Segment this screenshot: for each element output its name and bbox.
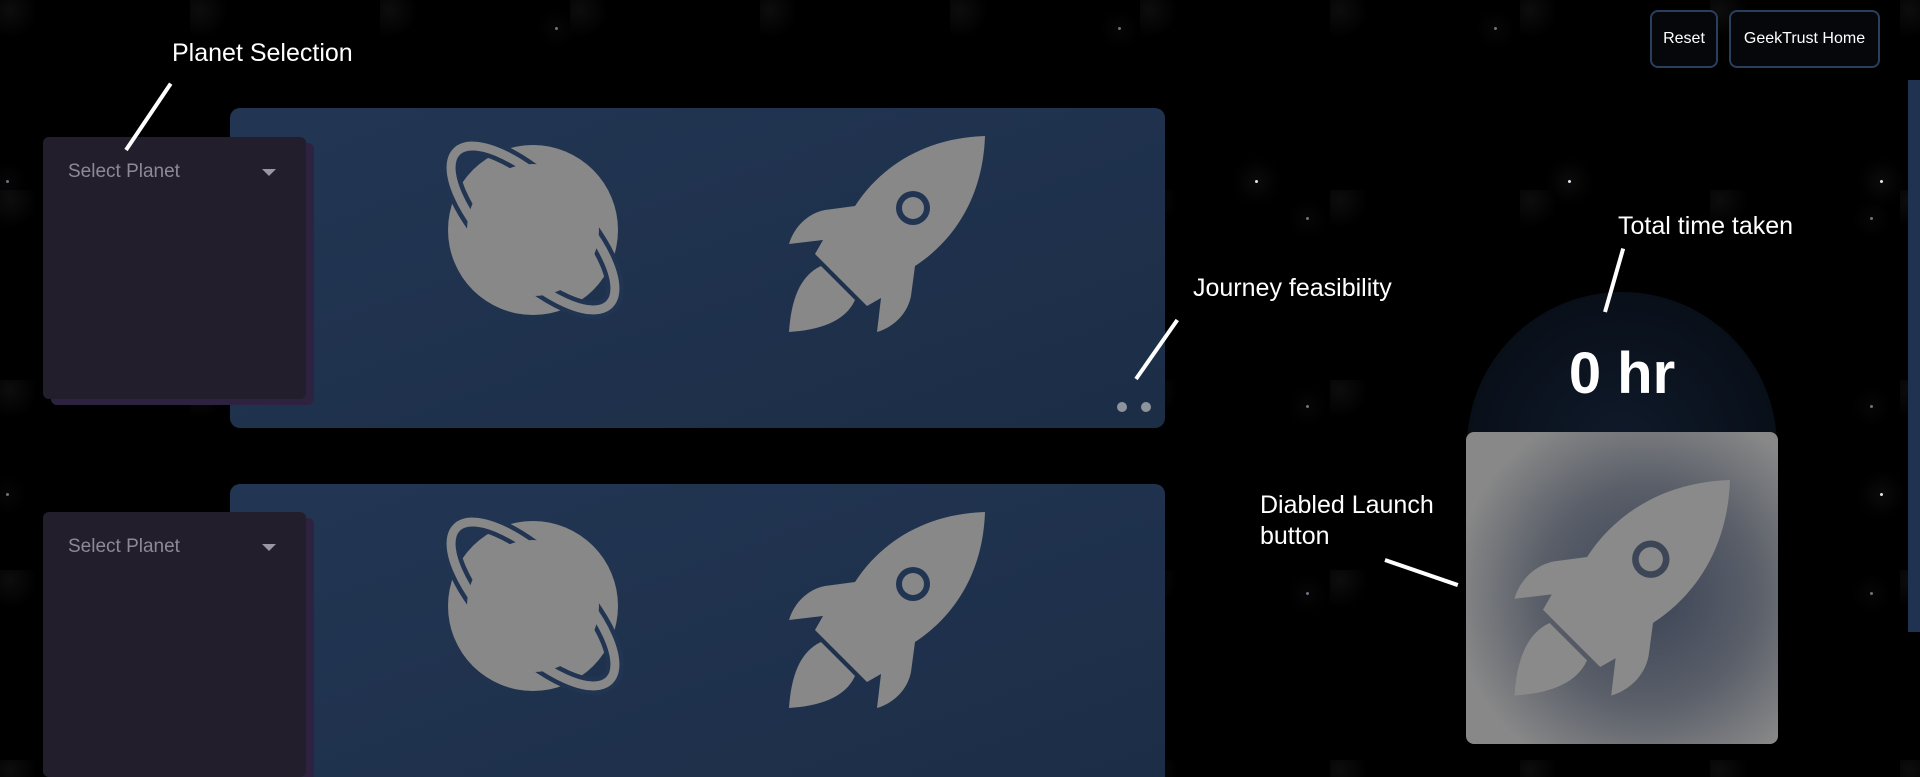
star [1306, 592, 1309, 595]
star [1870, 405, 1873, 408]
scrollbar[interactable] [1908, 80, 1920, 632]
journey-panel [230, 484, 1165, 777]
star [1870, 592, 1873, 595]
planet-card: Select Planet [43, 137, 306, 399]
feasibility-dot [1117, 402, 1127, 412]
space-background: Reset GeekTrust Home Select Planet Selec… [0, 0, 1920, 777]
annotation-pointer [1384, 558, 1459, 587]
planet-select[interactable]: Select Planet [68, 532, 280, 562]
launch-button[interactable] [1466, 432, 1778, 744]
star [1880, 493, 1883, 496]
rocket-icon [789, 512, 985, 708]
star [1118, 27, 1121, 30]
star [555, 27, 558, 30]
star [1494, 27, 1497, 30]
planet-select[interactable]: Select Planet [68, 157, 280, 187]
planet-icon [442, 137, 624, 319]
geektrust-home-button[interactable]: GeekTrust Home [1729, 10, 1880, 68]
journey-panel [230, 108, 1165, 428]
caret-down-icon [262, 543, 276, 551]
annotation-total-time: Total time taken [1618, 212, 1794, 240]
caret-down-icon [262, 168, 276, 176]
planet-select-placeholder: Select Planet [68, 161, 180, 182]
annotation-planet-selection: Planet Selection [172, 39, 353, 67]
planet-icon [442, 513, 624, 695]
star [6, 493, 9, 496]
star [1870, 217, 1873, 220]
reset-button[interactable]: Reset [1650, 10, 1718, 68]
rocket-icon [1514, 480, 1730, 696]
star [1306, 405, 1309, 408]
rocket-icon [789, 136, 985, 332]
annotation-launch-button: Diabled Launch button [1260, 490, 1434, 552]
annotation-journey-feasibility: Journey feasibility [1193, 274, 1392, 302]
star [1880, 180, 1883, 183]
annotation-launch-line2: button [1260, 522, 1330, 550]
feasibility-dot [1141, 402, 1151, 412]
star [1255, 180, 1258, 183]
planet-select-placeholder: Select Planet [68, 536, 180, 557]
annotation-launch-line1: Diabled Launch [1260, 491, 1434, 519]
journey-feasibility-indicator [1117, 402, 1151, 412]
planet-card: Select Planet [43, 512, 306, 777]
star [6, 180, 9, 183]
star [1306, 217, 1309, 220]
total-time-value: 0 hr [1568, 341, 1676, 406]
star [1568, 180, 1571, 183]
